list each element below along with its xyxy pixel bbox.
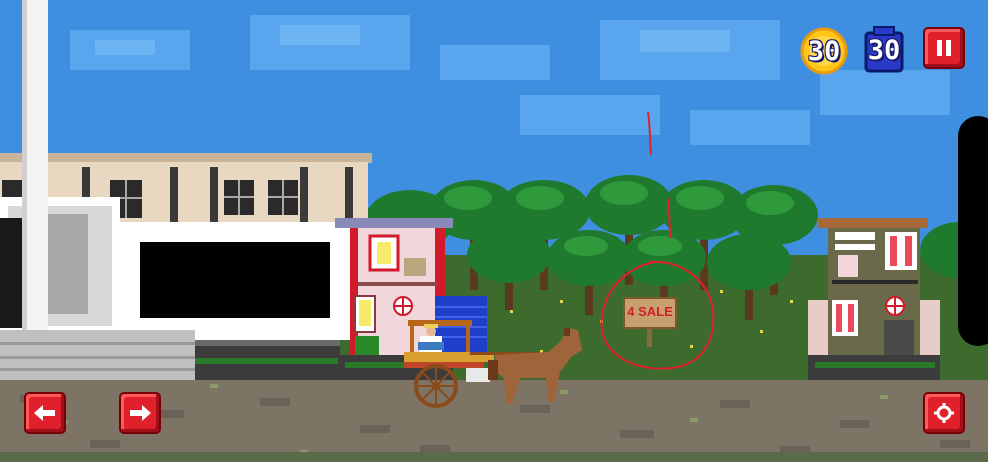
move-right-button[interactable] (119, 392, 161, 434)
pause-button[interactable] (923, 27, 965, 69)
coin-counter: 30 (800, 27, 848, 75)
left-arrow-icon (34, 405, 55, 421)
coin-count: 30 (807, 35, 841, 67)
settings-button[interactable] (923, 392, 965, 434)
right-arrow-icon (130, 405, 151, 421)
move-left-button[interactable] (24, 392, 66, 434)
device-notch (958, 116, 988, 346)
gear-icon (934, 403, 954, 423)
road-edge (0, 452, 988, 462)
pause-icon (937, 40, 951, 56)
bag-count: 30 (867, 34, 901, 66)
game-screen: 30 30 4 SALE (0, 0, 988, 462)
bag-counter: 30 (860, 25, 908, 75)
sale-sign-text: 4 SALE (627, 304, 673, 319)
